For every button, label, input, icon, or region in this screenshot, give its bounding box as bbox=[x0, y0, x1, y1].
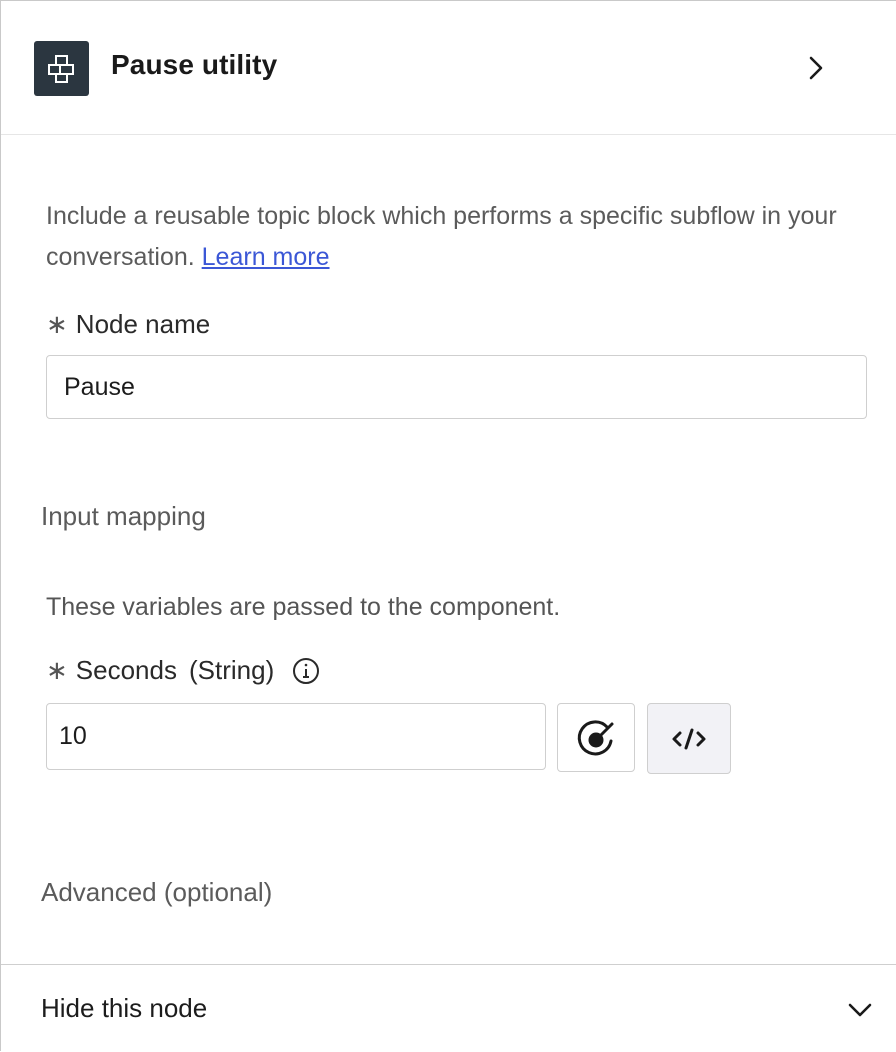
node-name-label: ∗ Node name bbox=[46, 309, 210, 340]
seconds-label: ∗ Seconds (String) bbox=[46, 655, 320, 686]
chevron-right-icon[interactable] bbox=[801, 53, 831, 83]
input-mapping-description: These variables are passed to the compon… bbox=[46, 593, 561, 621]
hide-node-row[interactable]: Hide this node bbox=[1, 964, 896, 1052]
chevron-down-icon[interactable] bbox=[845, 995, 875, 1025]
seconds-input[interactable] bbox=[46, 703, 546, 770]
component-grid-icon bbox=[34, 41, 89, 96]
node-properties-panel: Pause utility Include a reusable topic b… bbox=[0, 0, 896, 1051]
node-name-label-text: Node name bbox=[75, 309, 211, 339]
code-icon bbox=[669, 724, 709, 754]
seconds-type-text: (String) bbox=[188, 655, 275, 685]
description-text: Include a reusable topic block which per… bbox=[46, 202, 837, 271]
hide-node-label: Hide this node bbox=[41, 993, 208, 1023]
panel-header: Pause utility bbox=[1, 1, 896, 135]
seconds-label-text: Seconds bbox=[75, 655, 177, 685]
page-title: Pause utility bbox=[111, 49, 278, 80]
required-marker: ∗ bbox=[46, 309, 68, 339]
variable-picker-button[interactable] bbox=[557, 703, 635, 772]
code-button[interactable] bbox=[647, 703, 731, 774]
required-marker: ∗ bbox=[46, 655, 68, 685]
node-name-input[interactable] bbox=[46, 355, 867, 419]
info-circle-icon[interactable] bbox=[292, 657, 320, 685]
learn-more-link[interactable]: Learn more bbox=[202, 243, 330, 271]
component-description: Include a reusable topic block which per… bbox=[46, 196, 876, 278]
variable-picker-icon bbox=[575, 717, 617, 759]
advanced-title: Advanced (optional) bbox=[41, 877, 273, 907]
input-mapping-title: Input mapping bbox=[41, 501, 206, 531]
